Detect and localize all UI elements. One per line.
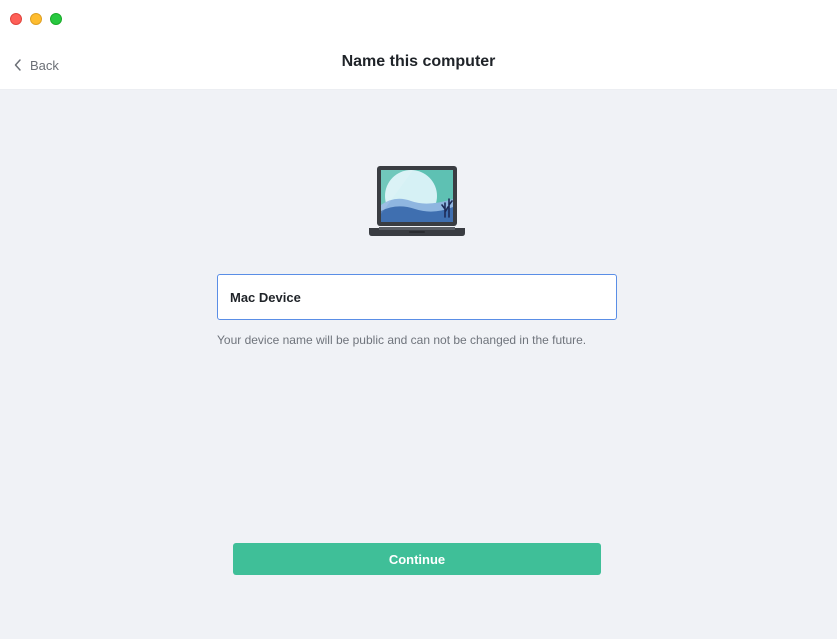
title-bar: Back Name this computer [0,0,837,90]
device-name-hint: Your device name will be public and can … [217,333,587,347]
laptop-illustration [369,166,465,236]
window-zoom-button[interactable] [50,13,62,25]
app-window: Back Name this computer Your device name… [0,0,837,639]
window-close-button[interactable] [10,13,22,25]
page-title: Name this computer [341,53,496,70]
window-minimize-button[interactable] [30,13,42,25]
device-name-input[interactable] [217,274,617,320]
continue-button[interactable]: Continue [233,543,601,575]
